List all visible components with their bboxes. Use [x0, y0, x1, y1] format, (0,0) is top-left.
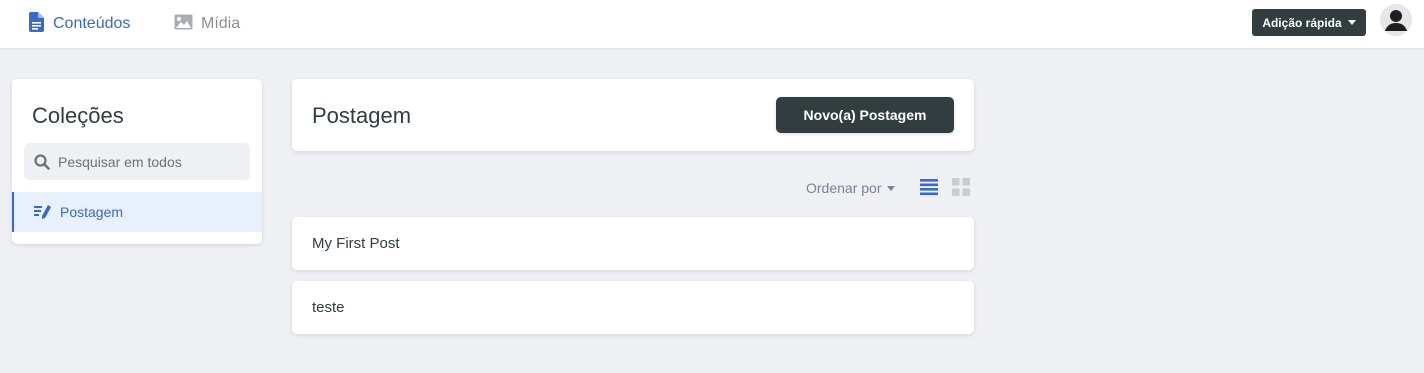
search-box[interactable] [24, 143, 250, 180]
entry-card[interactable]: teste [292, 281, 974, 334]
caret-down-icon [887, 185, 896, 191]
entry-title: teste [312, 299, 345, 316]
quick-add-label: Adição rápida [1262, 15, 1342, 30]
collection-label: Postagem [60, 204, 124, 220]
user-avatar-icon[interactable] [1380, 4, 1412, 36]
quick-add-button[interactable]: Adição rápida [1252, 9, 1366, 36]
page-title: Postagem [312, 103, 412, 128]
new-entry-button[interactable]: Novo(a) Postagem [776, 97, 954, 133]
sort-label: Ordenar por [806, 180, 882, 196]
list-view-icon[interactable] [920, 178, 938, 201]
entry-title: My First Post [312, 235, 400, 252]
collections-sidebar: Coleções Postagem [12, 79, 262, 244]
nav-media-link[interactable]: Mídia [174, 12, 240, 36]
collection-item-postagem[interactable]: Postagem [12, 192, 262, 232]
image-icon [174, 14, 193, 35]
top-navigation-bar: Conteúdos Mídia Adição rápida [0, 0, 1424, 48]
search-icon [34, 153, 50, 170]
grid-view-icon[interactable] [952, 178, 970, 201]
sidebar-title: Coleções [32, 103, 124, 128]
caret-down-icon [1347, 20, 1356, 25]
search-input[interactable] [56, 152, 240, 171]
document-icon [28, 11, 45, 37]
collection-header: Postagem Novo(a) Postagem [292, 79, 974, 151]
entry-card[interactable]: My First Post [292, 217, 974, 270]
edit-list-icon [34, 204, 52, 220]
nav-contents-label: Conteúdos [53, 15, 131, 32]
nav-media-label: Mídia [201, 15, 241, 32]
list-toolbar: Ordenar por [292, 174, 974, 202]
nav-contents-link[interactable]: Conteúdos [28, 11, 131, 37]
sort-dropdown[interactable]: Ordenar por [806, 180, 896, 196]
